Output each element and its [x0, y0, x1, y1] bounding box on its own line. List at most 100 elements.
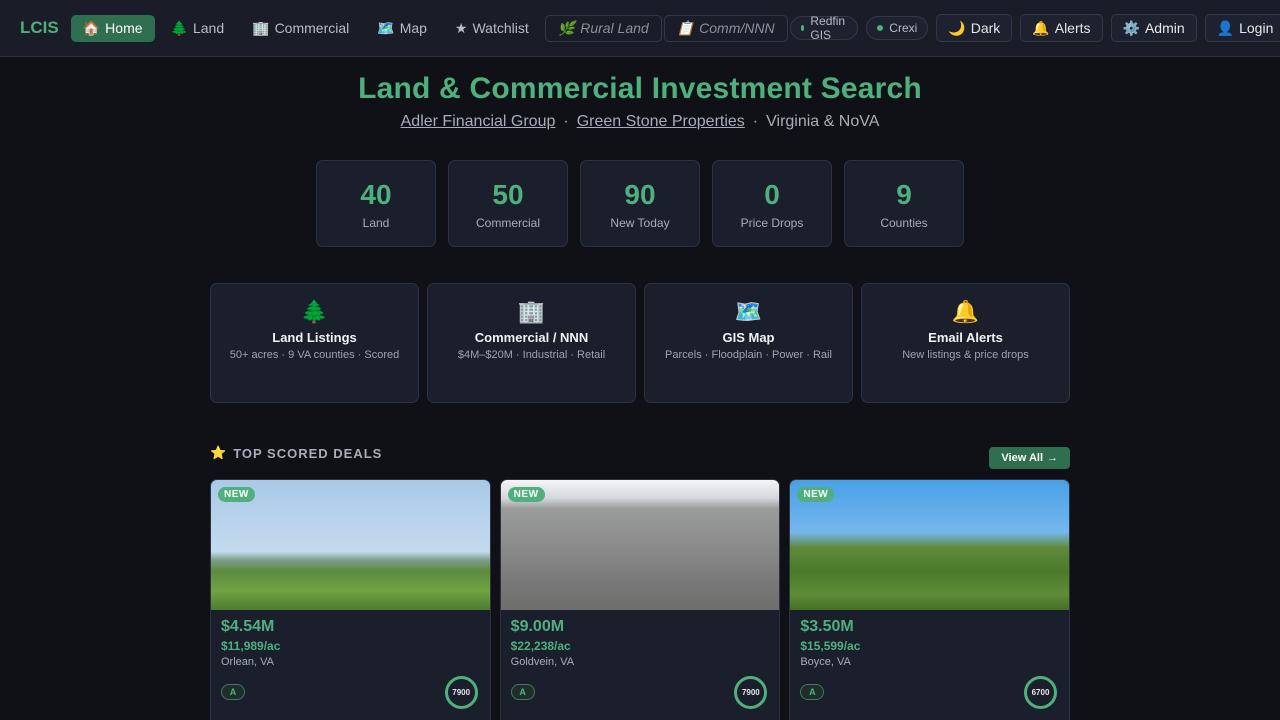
status-dot-icon	[800, 25, 805, 31]
stat-label: New Today	[610, 216, 670, 230]
separator: ·	[752, 113, 759, 130]
stats-row: 40 Land 50 Commercial 90 New Today 0 Pri…	[0, 160, 1280, 247]
stat-label: Counties	[880, 216, 928, 230]
top-nav: LCIS 🏠 Home 🌲 Land 🏢 Commercial 🗺️ Map ★…	[0, 0, 1280, 57]
source-label: Crexi	[889, 21, 918, 35]
stat-land: 40 Land	[316, 160, 436, 247]
stat-commercial: 50 Commercial	[448, 160, 568, 247]
arrow-right-icon: →	[1047, 452, 1058, 464]
dark-mode-label: Dark	[970, 20, 1001, 36]
nav-map-label: Map	[399, 20, 427, 36]
deal-location: Goldvein, VA	[510, 656, 575, 668]
bell-icon: 🔔	[951, 299, 980, 324]
new-badge: NEW	[218, 487, 255, 502]
nav-commercial-label: Commercial	[274, 20, 350, 36]
feature-desc: 50+ acres · 9 VA counties · Scored	[229, 349, 400, 361]
dark-mode-button[interactable]: 🌙 Dark	[936, 14, 1013, 42]
feature-desc: $4M–$20M · Industrial · Retail	[457, 349, 606, 361]
status-dot-icon	[877, 25, 884, 31]
feature-title: GIS Map	[722, 330, 775, 345]
new-badge: NEW	[797, 487, 835, 502]
deal-card[interactable]: NEW $9.00M $22,238/ac Goldvein, VA A 790…	[499, 479, 781, 720]
nav-land[interactable]: 🌲 Land	[159, 15, 237, 42]
green-stone-link[interactable]: Green Stone Properties	[577, 113, 745, 130]
deal-card[interactable]: NEW $3.50M $15,599/ac Boyce, VA A 6700	[789, 479, 1071, 720]
nav-home[interactable]: 🏠 Home	[70, 14, 155, 42]
tree-icon: 🌲	[170, 19, 188, 36]
feature-title: Commercial / NNN	[474, 330, 589, 345]
deal-card[interactable]: NEW $4.54M $11,989/ac Orlean, VA A 7900	[210, 479, 491, 720]
view-all-button[interactable]: View All →	[989, 447, 1070, 469]
hero: Land & Commercial Investment Search Adle…	[0, 57, 1280, 131]
feature-land-listings[interactable]: 🌲 Land Listings 50+ acres · 9 VA countie…	[210, 283, 419, 403]
stat-label: Commercial	[475, 216, 540, 230]
page-title: Land & Commercial Investment Search	[358, 72, 922, 105]
view-all-label: View All	[1001, 452, 1043, 464]
admin-button[interactable]: ⚙️ Admin	[1110, 14, 1197, 42]
section-title-label: TOP SCORED DEALS	[233, 445, 383, 461]
nav-watchlist-label: Watchlist	[472, 20, 529, 36]
score-ring: 7900	[444, 676, 478, 709]
alerts-label: Alerts	[1054, 20, 1091, 36]
stat-new-today: 90 New Today	[580, 160, 700, 247]
star-icon: ★	[454, 19, 468, 36]
deal-cards: NEW $4.54M $11,989/ac Orlean, VA A 7900 …	[210, 479, 1071, 720]
nav-watchlist[interactable]: ★ Watchlist	[443, 15, 541, 42]
deal-price-per-acre: $22,238/ac	[510, 639, 571, 653]
nav-land-label: Land	[192, 20, 225, 36]
property-photo[interactable]: NEW	[500, 480, 780, 610]
deal-card-body: $9.00M $22,238/ac Goldvein, VA A 7900	[501, 610, 780, 720]
login-label: Login	[1239, 20, 1274, 36]
source-pill-redfin[interactable]: Redfin GIS	[789, 14, 859, 42]
deal-price-per-acre: $11,989/ac	[221, 639, 281, 653]
score-ring: 7900	[734, 676, 768, 709]
alerts-button[interactable]: 🔔 Alerts	[1020, 14, 1103, 42]
moon-icon: 🌙	[948, 19, 966, 36]
nav-comm-nnn-label: Comm/NNN	[699, 20, 775, 36]
property-photo[interactable]: NEW	[790, 480, 1070, 610]
feature-email-alerts[interactable]: 🔔 Email Alerts New listings & price drop…	[861, 283, 1070, 403]
adler-link[interactable]: Adler Financial Group	[401, 113, 556, 130]
stat-value: 40	[360, 179, 392, 210]
nav-comm-nnn[interactable]: 📋 Comm/NNN	[663, 14, 788, 42]
feature-title: Email Alerts	[928, 330, 1003, 345]
deal-price-per-acre: $15,599/ac	[800, 639, 861, 653]
brand-logo[interactable]: LCIS	[20, 18, 59, 38]
feature-commercial-nnn[interactable]: 🏢 Commercial / NNN $4M–$20M · Industrial…	[427, 283, 636, 403]
score-ring: 6700	[1024, 676, 1058, 709]
stat-price-drops: 0 Price Drops	[712, 160, 832, 247]
home-icon: 🏠	[82, 19, 101, 36]
deal-price: $9.00M	[510, 618, 565, 635]
stat-value: 90	[624, 179, 656, 210]
clipboard-icon: 📋	[676, 19, 695, 36]
stat-value: 50	[492, 179, 524, 210]
stat-counties: 9 Counties	[844, 160, 964, 247]
building-icon: 🏢	[252, 19, 270, 36]
deal-price: $4.54M	[221, 618, 275, 635]
region-label: Virginia & NoVA	[766, 113, 880, 130]
deal-card-body: $3.50M $15,599/ac Boyce, VA A 6700	[790, 610, 1069, 720]
feature-desc: New listings & price drops	[902, 349, 1029, 361]
source-label: Redfin GIS	[810, 14, 846, 42]
top-deals-header: ⭐ TOP SCORED DEALS View All →	[210, 443, 1070, 479]
deal-card-body: $4.54M $11,989/ac Orlean, VA A 7900	[211, 610, 490, 720]
nav-commercial[interactable]: 🏢 Commercial	[240, 15, 361, 42]
stat-label: Price Drops	[740, 216, 804, 230]
deal-location: Boyce, VA	[800, 656, 851, 668]
tree-icon: 🌲	[300, 299, 329, 324]
property-photo[interactable]: NEW	[211, 480, 490, 610]
grade-badge: A	[510, 684, 535, 700]
stat-value: 9	[896, 179, 912, 210]
deal-price: $3.50M	[800, 618, 854, 635]
nav-rural-land[interactable]: 🌿 Rural Land	[544, 14, 662, 42]
nav-map[interactable]: 🗺️ Map	[365, 15, 439, 42]
feature-title: Land Listings	[272, 330, 357, 345]
login-button[interactable]: 👤 Login	[1204, 14, 1280, 42]
separator: ·	[563, 113, 569, 130]
grade-badge: A	[221, 684, 245, 700]
source-pill-crexi[interactable]: Crexi	[866, 16, 929, 40]
new-badge: NEW	[507, 487, 545, 502]
feature-desc: Parcels · Floodplain · Power · Rail	[665, 349, 832, 361]
deal-location: Orlean, VA	[221, 656, 274, 668]
feature-gis-map[interactable]: 🗺️ GIS Map Parcels · Floodplain · Power …	[644, 283, 853, 403]
